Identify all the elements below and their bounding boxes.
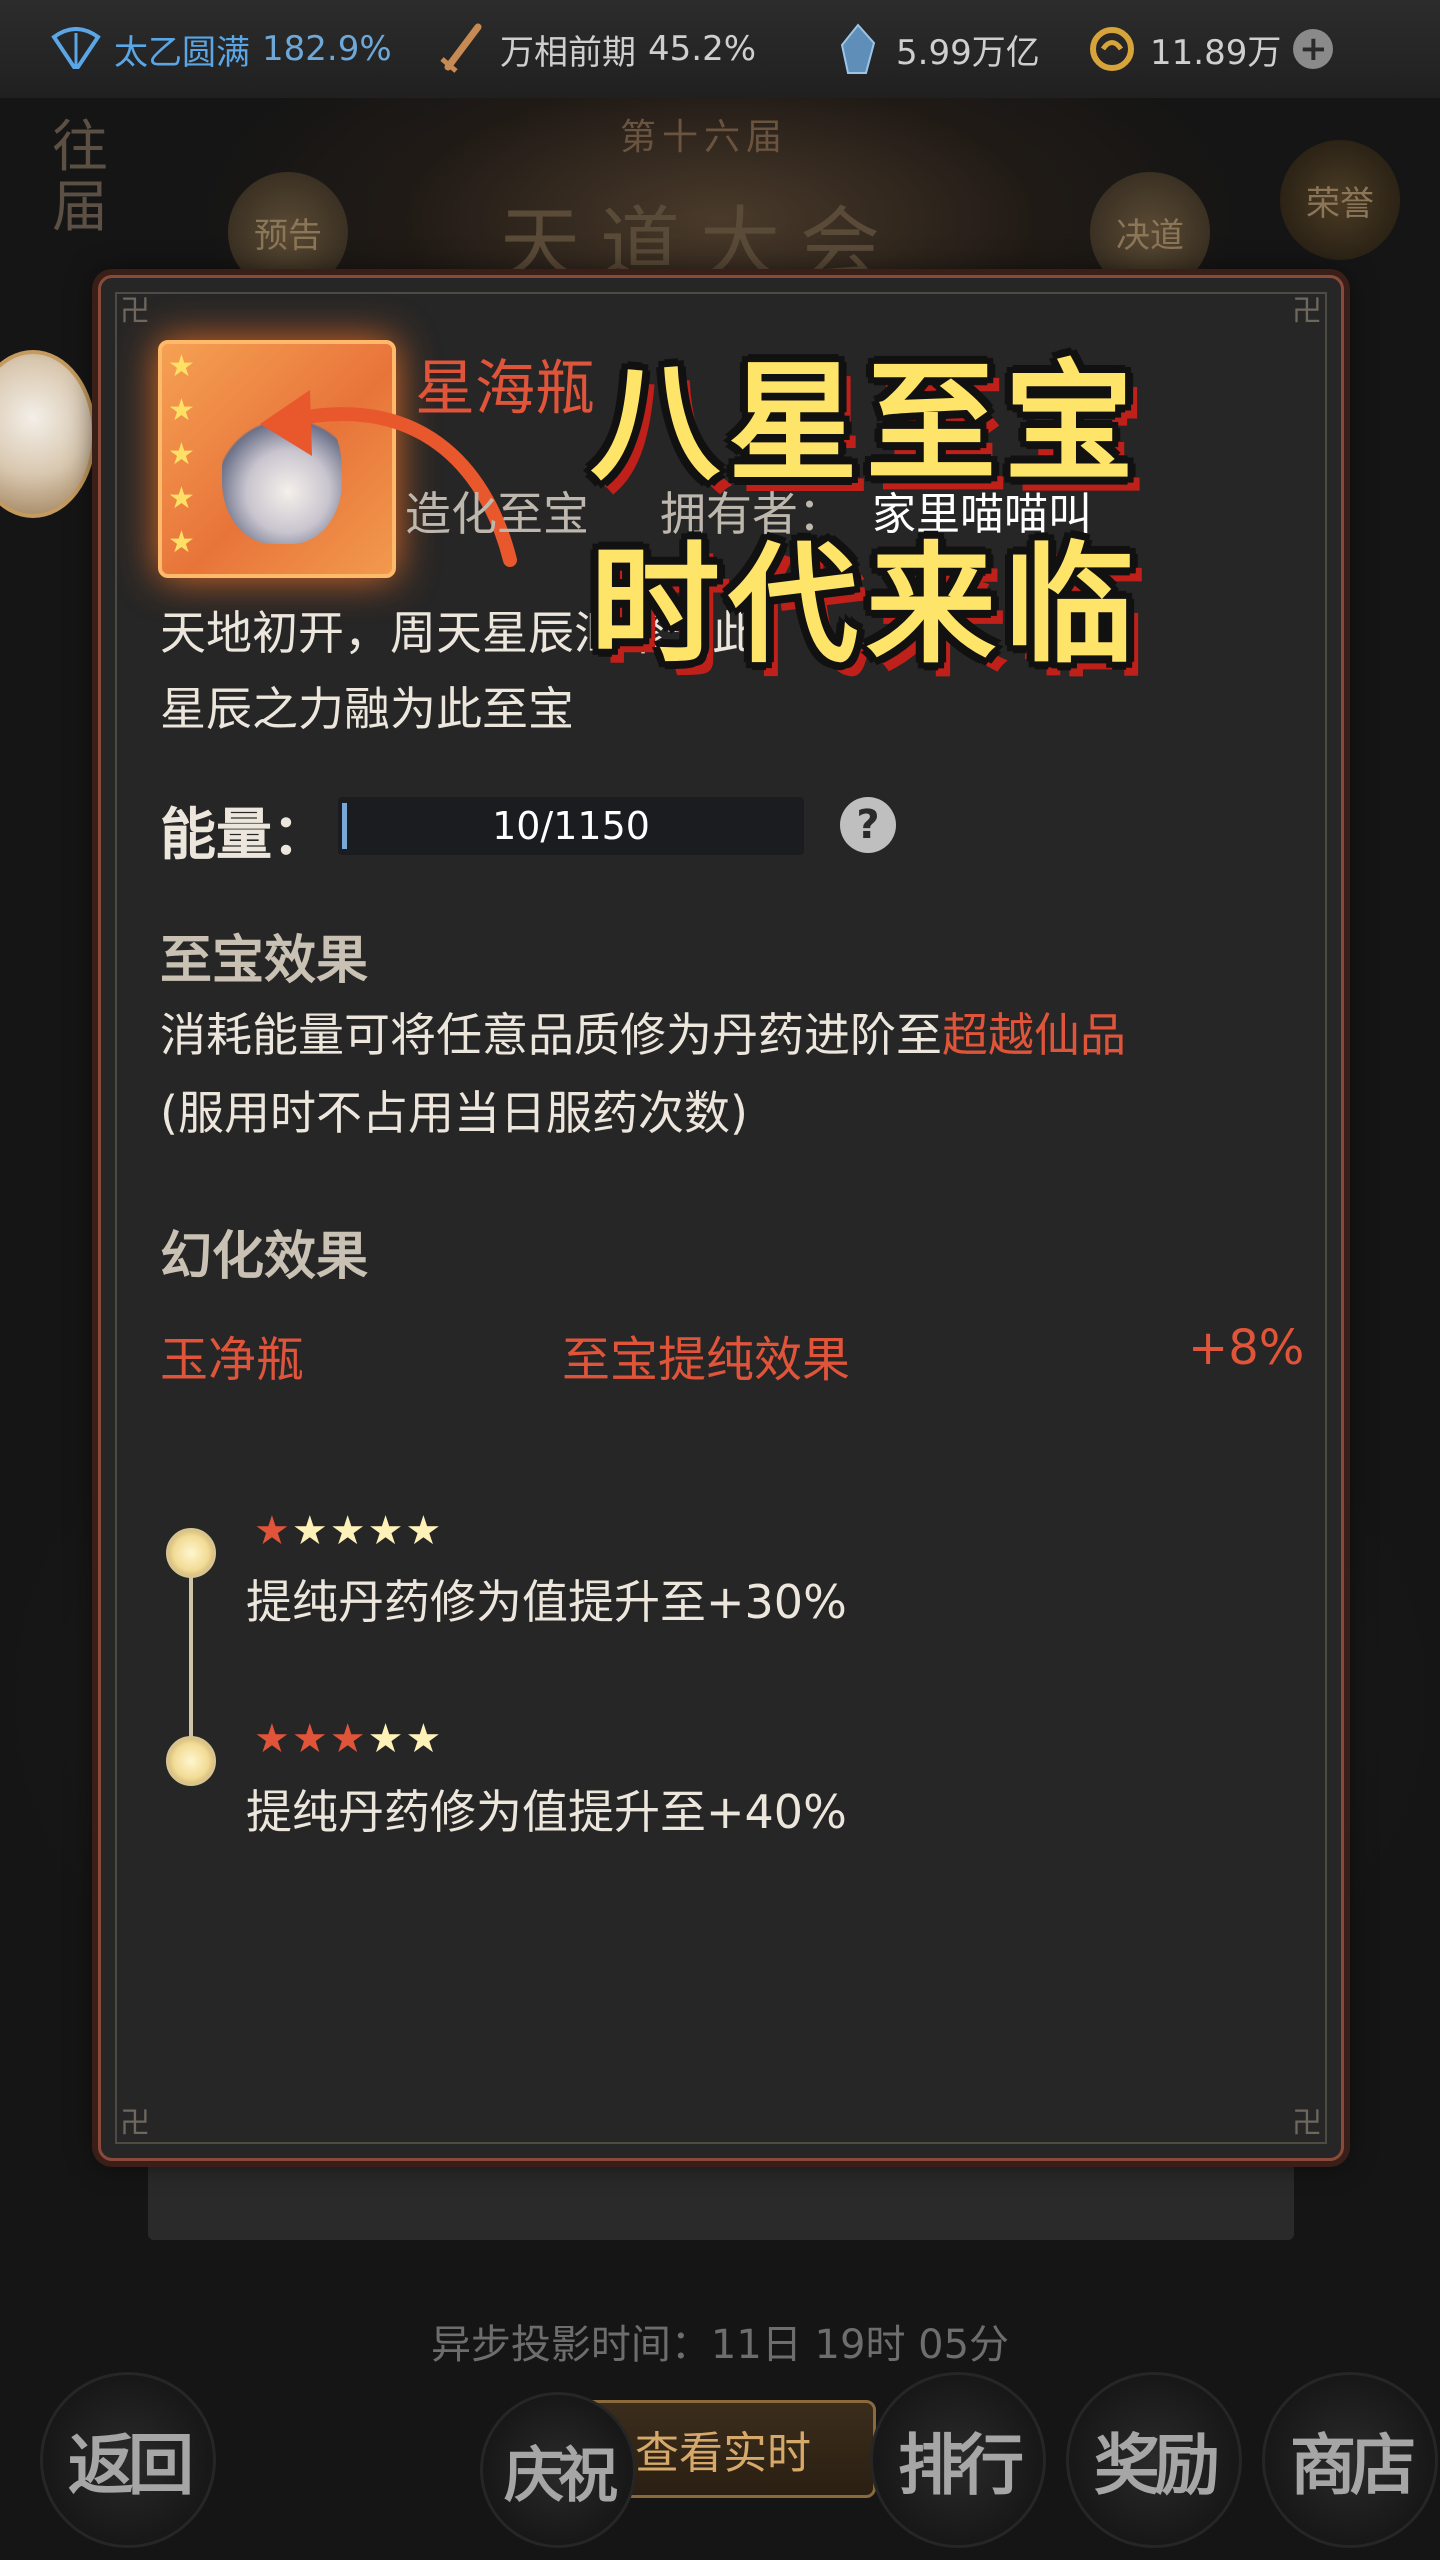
crystal-amount: 5.99万亿 (896, 32, 1040, 73)
star-icon: ★ (168, 349, 195, 384)
weapon-stat[interactable]: 万相前期 45.2% (436, 0, 756, 98)
effect-description: 消耗能量可将任意品质修为丹药进阶至超越仙品 (服用时不占用当日服药次数) (160, 996, 1126, 1152)
crystal-icon (832, 23, 884, 75)
corner-ornament-icon: 卍 (1292, 294, 1322, 329)
corner-ornament-icon: 卍 (1292, 2106, 1322, 2141)
energy-help-button[interactable]: ? (840, 797, 896, 853)
effect-note: (服用时不占用当日服药次数) (160, 1086, 748, 1140)
star-icon: ★ (168, 525, 195, 560)
transform-section-title: 幻化效果 (160, 1227, 369, 1287)
star-icon: ★ (168, 437, 195, 472)
reward-button[interactable]: 奖励 (1066, 2372, 1242, 2548)
treasure-name: 星海瓶 (415, 354, 595, 424)
transform-bonus: +8% (1188, 1320, 1305, 1376)
tier-timeline (189, 1552, 193, 1760)
preview-button[interactable]: 预告 (228, 172, 348, 292)
star-icon: ★★ (367, 1716, 444, 1762)
star-icon: ★ (168, 393, 195, 428)
coin-swirl-icon (1086, 23, 1138, 75)
add-currency-button[interactable]: + (1293, 29, 1334, 69)
cultivation-name: 太乙圆满 (114, 32, 250, 73)
energy-label: 能量： (160, 803, 328, 868)
cultivation-value: 182.9% (262, 29, 392, 69)
timeline-dot (166, 1528, 216, 1578)
transform-name: 玉净瓶 (160, 1332, 305, 1388)
ranking-button[interactable]: 排行 (870, 2372, 1046, 2548)
effect-text: 消耗能量可将任意品质修为丹药进阶至 (160, 1008, 942, 1062)
timeline-dot (166, 1736, 216, 1786)
celebrate-button[interactable]: 庆祝 (480, 2392, 636, 2548)
tier-description: 提纯丹药修为值提升至+30% (246, 1575, 847, 1629)
final-button[interactable]: 决道 (1090, 172, 1210, 292)
cultivation-stat[interactable]: 太乙圆满 182.9% (50, 0, 392, 98)
star-icon: ★ (168, 481, 195, 516)
transform-effect: 至宝提纯效果 (562, 1332, 851, 1388)
treasure-type: 造化至宝 (405, 487, 589, 541)
back-button[interactable]: 返回 (40, 2372, 216, 2548)
weapon-value: 45.2% (648, 29, 757, 69)
status-bar: 太乙圆满 182.9% 万相前期 45.2% 5.99万亿 11.89万 + (0, 0, 1440, 100)
energy-progress-bar: 10/1150 (338, 797, 804, 855)
star-icon: ★★★★ (291, 1508, 444, 1554)
effect-highlight-text: 超越仙品 (942, 1008, 1126, 1062)
corner-ornament-icon: 卍 (120, 2106, 150, 2141)
fan-icon (50, 23, 102, 75)
tier-stars: ★★★★★ (254, 1508, 443, 1554)
shop-button[interactable]: 商店 (1262, 2372, 1438, 2548)
edition-label: 第十六届 (620, 117, 789, 158)
star-icon: ★★★ (254, 1716, 368, 1762)
honor-button[interactable]: 荣誉 (1280, 140, 1400, 260)
async-projection-time: 异步投影时间：11日 19时 05分 (430, 2322, 1010, 2368)
promo-title-line2: 时代来临 (590, 528, 1143, 681)
currency-stat[interactable]: 11.89万 + (1086, 0, 1334, 98)
past-editions-button[interactable]: 往届 (52, 118, 142, 238)
promo-title-line1: 八星至宝 (590, 346, 1143, 499)
corner-ornament-icon: 卍 (120, 294, 150, 329)
weapon-stage: 万相前期 (500, 32, 636, 73)
tier-stars: ★★★★★ (254, 1716, 443, 1762)
effect-section-title: 至宝效果 (160, 931, 369, 991)
sword-icon (436, 23, 488, 75)
star-icon: ★ (254, 1508, 292, 1554)
currency-amount: 11.89万 (1150, 32, 1282, 73)
crystal-stat[interactable]: 5.99万亿 (832, 0, 1040, 98)
energy-value: 10/1150 (492, 804, 650, 848)
tier-description: 提纯丹药修为值提升至+40% (246, 1785, 847, 1839)
